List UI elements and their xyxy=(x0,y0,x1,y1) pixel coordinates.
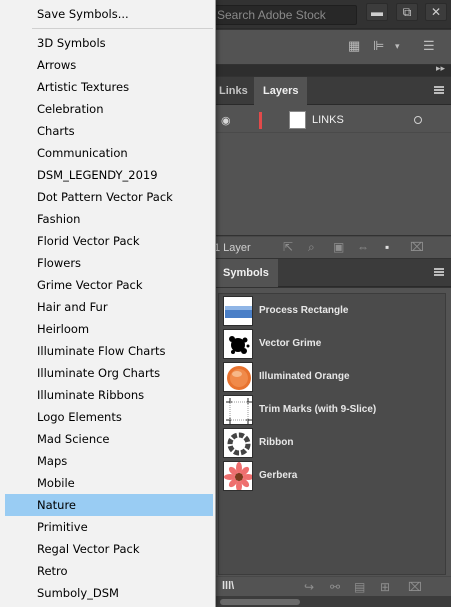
export-icon[interactable]: ⇱ xyxy=(283,240,293,254)
new-layer-icon[interactable]: ▪ xyxy=(385,240,389,254)
vector-grime-symbol-icon xyxy=(223,329,253,359)
layer-target-icon[interactable] xyxy=(414,116,422,124)
break-link-icon[interactable]: ⚯ xyxy=(330,580,340,594)
layer-color-bar xyxy=(259,112,262,129)
close-button[interactable]: ✕ xyxy=(425,3,447,21)
menu-item-maps[interactable]: Maps xyxy=(5,450,213,472)
trash-icon[interactable]: ⌧ xyxy=(410,240,424,254)
delete-symbol-icon[interactable]: ⌧ xyxy=(408,580,422,594)
symbol-name: Trim Marks (with 9-Slice) xyxy=(259,404,377,415)
menu-item-retro[interactable]: Retro xyxy=(5,560,213,582)
menu-item-3d-symbols[interactable]: 3D Symbols xyxy=(5,32,213,54)
collapse-chevron-icon[interactable]: ▸▸ xyxy=(436,63,445,74)
symbol-options-icon[interactable]: ▤ xyxy=(354,580,365,594)
menu-item-save-symbols[interactable]: Save Symbols... xyxy=(5,3,213,25)
menu-item-flowers[interactable]: Flowers xyxy=(5,252,213,274)
symbol-libraries-menu-icon[interactable]: lll\ xyxy=(222,580,234,592)
symbol-item[interactable]: Process Rectangle xyxy=(219,295,447,328)
adobe-stock-search-input[interactable]: Search Adobe Stock xyxy=(212,5,357,25)
menu-separator xyxy=(32,28,213,29)
menu-item-artistic-textures[interactable]: Artistic Textures xyxy=(5,76,213,98)
menu-item-hair-and-fur[interactable]: Hair and Fur xyxy=(5,296,213,318)
gerbera-symbol-icon xyxy=(223,461,253,491)
tab-symbols[interactable]: Symbols xyxy=(214,259,278,287)
minimize-button[interactable]: ▬ xyxy=(366,3,388,21)
locate-object-icon[interactable]: ⌕ xyxy=(308,240,315,255)
menu-item-heirloom[interactable]: Heirloom xyxy=(5,318,213,340)
menu-item-florid-vector-pack[interactable]: Florid Vector Pack xyxy=(5,230,213,252)
menu-item-logo-elements[interactable]: Logo Elements xyxy=(5,406,213,428)
ribbon-symbol-icon xyxy=(223,428,253,458)
place-symbol-icon[interactable]: ↪ xyxy=(304,580,314,594)
menu-item-illuminate-org-charts[interactable]: Illuminate Org Charts xyxy=(5,362,213,384)
layers-panel-menu-icon[interactable] xyxy=(434,86,444,94)
visibility-eye-icon[interactable]: ◉ xyxy=(221,114,231,127)
symbol-name: Vector Grime xyxy=(259,338,322,349)
horizontal-scrollbar[interactable] xyxy=(220,599,300,605)
new-symbol-icon[interactable]: ⊞ xyxy=(380,580,390,594)
symbols-panel-menu-icon[interactable] xyxy=(434,268,444,276)
list-menu-icon[interactable]: ☰ xyxy=(423,38,435,54)
symbol-item[interactable]: Trim Marks (with 9-Slice) xyxy=(219,394,447,427)
symbol-item[interactable]: Vector Grime xyxy=(219,328,447,361)
restore-button[interactable]: ⧉ xyxy=(396,3,418,21)
menu-item-dot-pattern-vector-pack[interactable]: Dot Pattern Vector Pack xyxy=(5,186,213,208)
process-rectangle-symbol-icon xyxy=(223,296,253,326)
trim-marks-symbol-icon xyxy=(223,395,253,425)
layer-thumbnail xyxy=(289,111,306,129)
menu-item-celebration[interactable]: Celebration xyxy=(5,98,213,120)
symbol-name: Process Rectangle xyxy=(259,305,349,316)
menu-item-primitive[interactable]: Primitive xyxy=(5,516,213,538)
symbol-libraries-menu: Save Symbols... 3D Symbols Arrows Artistic… xyxy=(0,0,216,607)
new-sublayer-icon[interactable]: ⇔ xyxy=(357,240,369,254)
symbol-item[interactable]: Illuminated Orange xyxy=(219,361,447,394)
menu-item-nature[interactable]: Nature xyxy=(5,494,213,516)
chevron-down-icon[interactable]: ▾ xyxy=(395,41,400,52)
menu-item-mad-science[interactable]: Mad Science xyxy=(5,428,213,450)
symbols-list: Process Rectangle Vector Grime Illuminat… xyxy=(218,293,446,575)
menu-item-regal-vector-pack[interactable]: Regal Vector Pack xyxy=(5,538,213,560)
tab-links[interactable]: Links xyxy=(210,77,257,105)
tab-layers[interactable]: Layers xyxy=(254,77,308,105)
menu-item-illuminate-ribbons[interactable]: Illuminate Ribbons xyxy=(5,384,213,406)
menu-item-communication[interactable]: Communication xyxy=(5,142,213,164)
symbol-item[interactable]: Ribbon xyxy=(219,427,447,460)
arrange-icon[interactable]: ▦ xyxy=(348,38,360,54)
symbol-item[interactable]: Gerbera xyxy=(219,460,447,493)
menu-item-charts[interactable]: Charts xyxy=(5,120,213,142)
menu-item-sumboly-dsm[interactable]: Sumboly_DSM xyxy=(5,582,213,604)
align-icon[interactable]: ⊫ xyxy=(373,38,384,54)
symbol-name: Ribbon xyxy=(259,437,294,448)
menu-item-illuminate-flow-charts[interactable]: Illuminate Flow Charts xyxy=(5,340,213,362)
symbol-name: Illuminated Orange xyxy=(259,371,350,382)
clipping-mask-icon[interactable]: ▣ xyxy=(333,240,344,254)
menu-item-arrows[interactable]: Arrows xyxy=(5,54,213,76)
menu-item-fashion[interactable]: Fashion xyxy=(5,208,213,230)
illuminated-orange-symbol-icon xyxy=(223,362,253,392)
layer-name: LINKS xyxy=(312,114,344,126)
menu-item-grime-vector-pack[interactable]: Grime Vector Pack xyxy=(5,274,213,296)
menu-item-dsm-legendy-2019[interactable]: DSM_LEGENDY_2019 xyxy=(5,164,213,186)
menu-item-mobile[interactable]: Mobile xyxy=(5,472,213,494)
symbol-name: Gerbera xyxy=(259,470,298,481)
layer-count: 1 Layer xyxy=(214,242,251,254)
